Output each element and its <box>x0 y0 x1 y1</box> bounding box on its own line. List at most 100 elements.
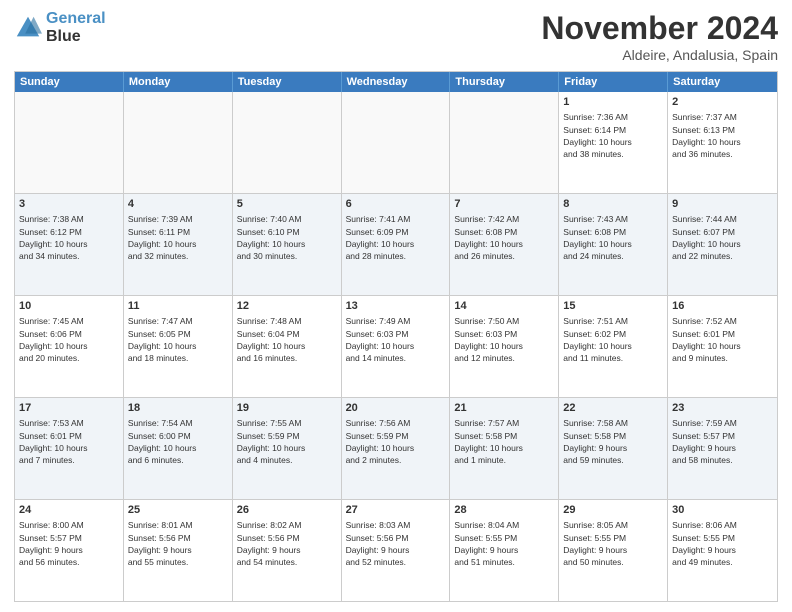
location: Aldeire, Andalusia, Spain <box>541 47 778 63</box>
cell-text: Sunrise: 8:02 AM Sunset: 5:56 PM Dayligh… <box>237 519 337 568</box>
header-monday: Monday <box>124 72 233 92</box>
cell-text: Sunrise: 7:48 AM Sunset: 6:04 PM Dayligh… <box>237 315 337 364</box>
day-number: 17 <box>19 401 119 416</box>
month-title: November 2024 <box>541 10 778 47</box>
day-number: 4 <box>128 197 228 212</box>
calendar-cell-1-3: 6Sunrise: 7:41 AM Sunset: 6:09 PM Daylig… <box>342 194 451 295</box>
day-number: 22 <box>563 401 663 416</box>
calendar-cell-2-4: 14Sunrise: 7:50 AM Sunset: 6:03 PM Dayli… <box>450 296 559 397</box>
cell-text: Sunrise: 7:57 AM Sunset: 5:58 PM Dayligh… <box>454 417 554 466</box>
title-block: November 2024 Aldeire, Andalusia, Spain <box>541 10 778 63</box>
cell-text: Sunrise: 8:05 AM Sunset: 5:55 PM Dayligh… <box>563 519 663 568</box>
day-number: 12 <box>237 299 337 314</box>
cell-text: Sunrise: 7:53 AM Sunset: 6:01 PM Dayligh… <box>19 417 119 466</box>
day-number: 11 <box>128 299 228 314</box>
calendar-cell-1-0: 3Sunrise: 7:38 AM Sunset: 6:12 PM Daylig… <box>15 194 124 295</box>
cell-text: Sunrise: 7:52 AM Sunset: 6:01 PM Dayligh… <box>672 315 773 364</box>
header-tuesday: Tuesday <box>233 72 342 92</box>
day-number: 7 <box>454 197 554 212</box>
cell-text: Sunrise: 7:54 AM Sunset: 6:00 PM Dayligh… <box>128 417 228 466</box>
day-number: 8 <box>563 197 663 212</box>
calendar-cell-3-0: 17Sunrise: 7:53 AM Sunset: 6:01 PM Dayli… <box>15 398 124 499</box>
cell-text: Sunrise: 7:43 AM Sunset: 6:08 PM Dayligh… <box>563 213 663 262</box>
day-number: 9 <box>672 197 773 212</box>
calendar-cell-0-0 <box>15 92 124 193</box>
cell-text: Sunrise: 7:59 AM Sunset: 5:57 PM Dayligh… <box>672 417 773 466</box>
day-number: 23 <box>672 401 773 416</box>
calendar-cell-3-3: 20Sunrise: 7:56 AM Sunset: 5:59 PM Dayli… <box>342 398 451 499</box>
calendar-row-2: 10Sunrise: 7:45 AM Sunset: 6:06 PM Dayli… <box>15 296 777 398</box>
calendar-cell-3-6: 23Sunrise: 7:59 AM Sunset: 5:57 PM Dayli… <box>668 398 777 499</box>
cell-text: Sunrise: 8:00 AM Sunset: 5:57 PM Dayligh… <box>19 519 119 568</box>
cell-text: Sunrise: 7:38 AM Sunset: 6:12 PM Dayligh… <box>19 213 119 262</box>
day-number: 27 <box>346 503 446 518</box>
cell-text: Sunrise: 7:51 AM Sunset: 6:02 PM Dayligh… <box>563 315 663 364</box>
logo-icon <box>14 14 42 42</box>
day-number: 15 <box>563 299 663 314</box>
calendar-cell-3-5: 22Sunrise: 7:58 AM Sunset: 5:58 PM Dayli… <box>559 398 668 499</box>
day-number: 29 <box>563 503 663 518</box>
calendar: Sunday Monday Tuesday Wednesday Thursday… <box>14 71 778 602</box>
cell-text: Sunrise: 8:01 AM Sunset: 5:56 PM Dayligh… <box>128 519 228 568</box>
day-number: 3 <box>19 197 119 212</box>
calendar-cell-0-3 <box>342 92 451 193</box>
cell-text: Sunrise: 7:37 AM Sunset: 6:13 PM Dayligh… <box>672 111 773 160</box>
day-number: 18 <box>128 401 228 416</box>
header-friday: Friday <box>559 72 668 92</box>
cell-text: Sunrise: 7:55 AM Sunset: 5:59 PM Dayligh… <box>237 417 337 466</box>
header-thursday: Thursday <box>450 72 559 92</box>
calendar-cell-2-6: 16Sunrise: 7:52 AM Sunset: 6:01 PM Dayli… <box>668 296 777 397</box>
calendar-cell-2-0: 10Sunrise: 7:45 AM Sunset: 6:06 PM Dayli… <box>15 296 124 397</box>
calendar-cell-1-4: 7Sunrise: 7:42 AM Sunset: 6:08 PM Daylig… <box>450 194 559 295</box>
calendar-cell-4-1: 25Sunrise: 8:01 AM Sunset: 5:56 PM Dayli… <box>124 500 233 601</box>
cell-text: Sunrise: 7:47 AM Sunset: 6:05 PM Dayligh… <box>128 315 228 364</box>
calendar-header: Sunday Monday Tuesday Wednesday Thursday… <box>15 72 777 92</box>
calendar-cell-3-4: 21Sunrise: 7:57 AM Sunset: 5:58 PM Dayli… <box>450 398 559 499</box>
calendar-cell-0-5: 1Sunrise: 7:36 AM Sunset: 6:14 PM Daylig… <box>559 92 668 193</box>
page: General Blue November 2024 Aldeire, Anda… <box>0 0 792 612</box>
day-number: 2 <box>672 95 773 110</box>
header-wednesday: Wednesday <box>342 72 451 92</box>
day-number: 10 <box>19 299 119 314</box>
calendar-cell-4-5: 29Sunrise: 8:05 AM Sunset: 5:55 PM Dayli… <box>559 500 668 601</box>
day-number: 30 <box>672 503 773 518</box>
cell-text: Sunrise: 7:41 AM Sunset: 6:09 PM Dayligh… <box>346 213 446 262</box>
header: General Blue November 2024 Aldeire, Anda… <box>14 10 778 63</box>
calendar-cell-4-2: 26Sunrise: 8:02 AM Sunset: 5:56 PM Dayli… <box>233 500 342 601</box>
cell-text: Sunrise: 7:50 AM Sunset: 6:03 PM Dayligh… <box>454 315 554 364</box>
header-sunday: Sunday <box>15 72 124 92</box>
calendar-cell-4-0: 24Sunrise: 8:00 AM Sunset: 5:57 PM Dayli… <box>15 500 124 601</box>
day-number: 5 <box>237 197 337 212</box>
cell-text: Sunrise: 7:39 AM Sunset: 6:11 PM Dayligh… <box>128 213 228 262</box>
cell-text: Sunrise: 8:04 AM Sunset: 5:55 PM Dayligh… <box>454 519 554 568</box>
day-number: 6 <box>346 197 446 212</box>
cell-text: Sunrise: 7:42 AM Sunset: 6:08 PM Dayligh… <box>454 213 554 262</box>
day-number: 20 <box>346 401 446 416</box>
calendar-body: 1Sunrise: 7:36 AM Sunset: 6:14 PM Daylig… <box>15 92 777 601</box>
cell-text: Sunrise: 7:56 AM Sunset: 5:59 PM Dayligh… <box>346 417 446 466</box>
calendar-cell-2-5: 15Sunrise: 7:51 AM Sunset: 6:02 PM Dayli… <box>559 296 668 397</box>
calendar-cell-0-4 <box>450 92 559 193</box>
logo-line2: Blue <box>46 28 106 46</box>
header-saturday: Saturday <box>668 72 777 92</box>
cell-text: Sunrise: 8:06 AM Sunset: 5:55 PM Dayligh… <box>672 519 773 568</box>
calendar-cell-3-1: 18Sunrise: 7:54 AM Sunset: 6:00 PM Dayli… <box>124 398 233 499</box>
day-number: 19 <box>237 401 337 416</box>
cell-text: Sunrise: 7:45 AM Sunset: 6:06 PM Dayligh… <box>19 315 119 364</box>
calendar-cell-0-6: 2Sunrise: 7:37 AM Sunset: 6:13 PM Daylig… <box>668 92 777 193</box>
calendar-cell-1-1: 4Sunrise: 7:39 AM Sunset: 6:11 PM Daylig… <box>124 194 233 295</box>
calendar-cell-1-6: 9Sunrise: 7:44 AM Sunset: 6:07 PM Daylig… <box>668 194 777 295</box>
day-number: 28 <box>454 503 554 518</box>
day-number: 1 <box>563 95 663 110</box>
calendar-cell-1-2: 5Sunrise: 7:40 AM Sunset: 6:10 PM Daylig… <box>233 194 342 295</box>
calendar-cell-4-4: 28Sunrise: 8:04 AM Sunset: 5:55 PM Dayli… <box>450 500 559 601</box>
calendar-cell-2-3: 13Sunrise: 7:49 AM Sunset: 6:03 PM Dayli… <box>342 296 451 397</box>
day-number: 13 <box>346 299 446 314</box>
day-number: 21 <box>454 401 554 416</box>
calendar-row-4: 24Sunrise: 8:00 AM Sunset: 5:57 PM Dayli… <box>15 500 777 601</box>
cell-text: Sunrise: 7:40 AM Sunset: 6:10 PM Dayligh… <box>237 213 337 262</box>
logo: General Blue <box>14 10 106 45</box>
calendar-cell-2-2: 12Sunrise: 7:48 AM Sunset: 6:04 PM Dayli… <box>233 296 342 397</box>
calendar-cell-3-2: 19Sunrise: 7:55 AM Sunset: 5:59 PM Dayli… <box>233 398 342 499</box>
calendar-cell-0-2 <box>233 92 342 193</box>
